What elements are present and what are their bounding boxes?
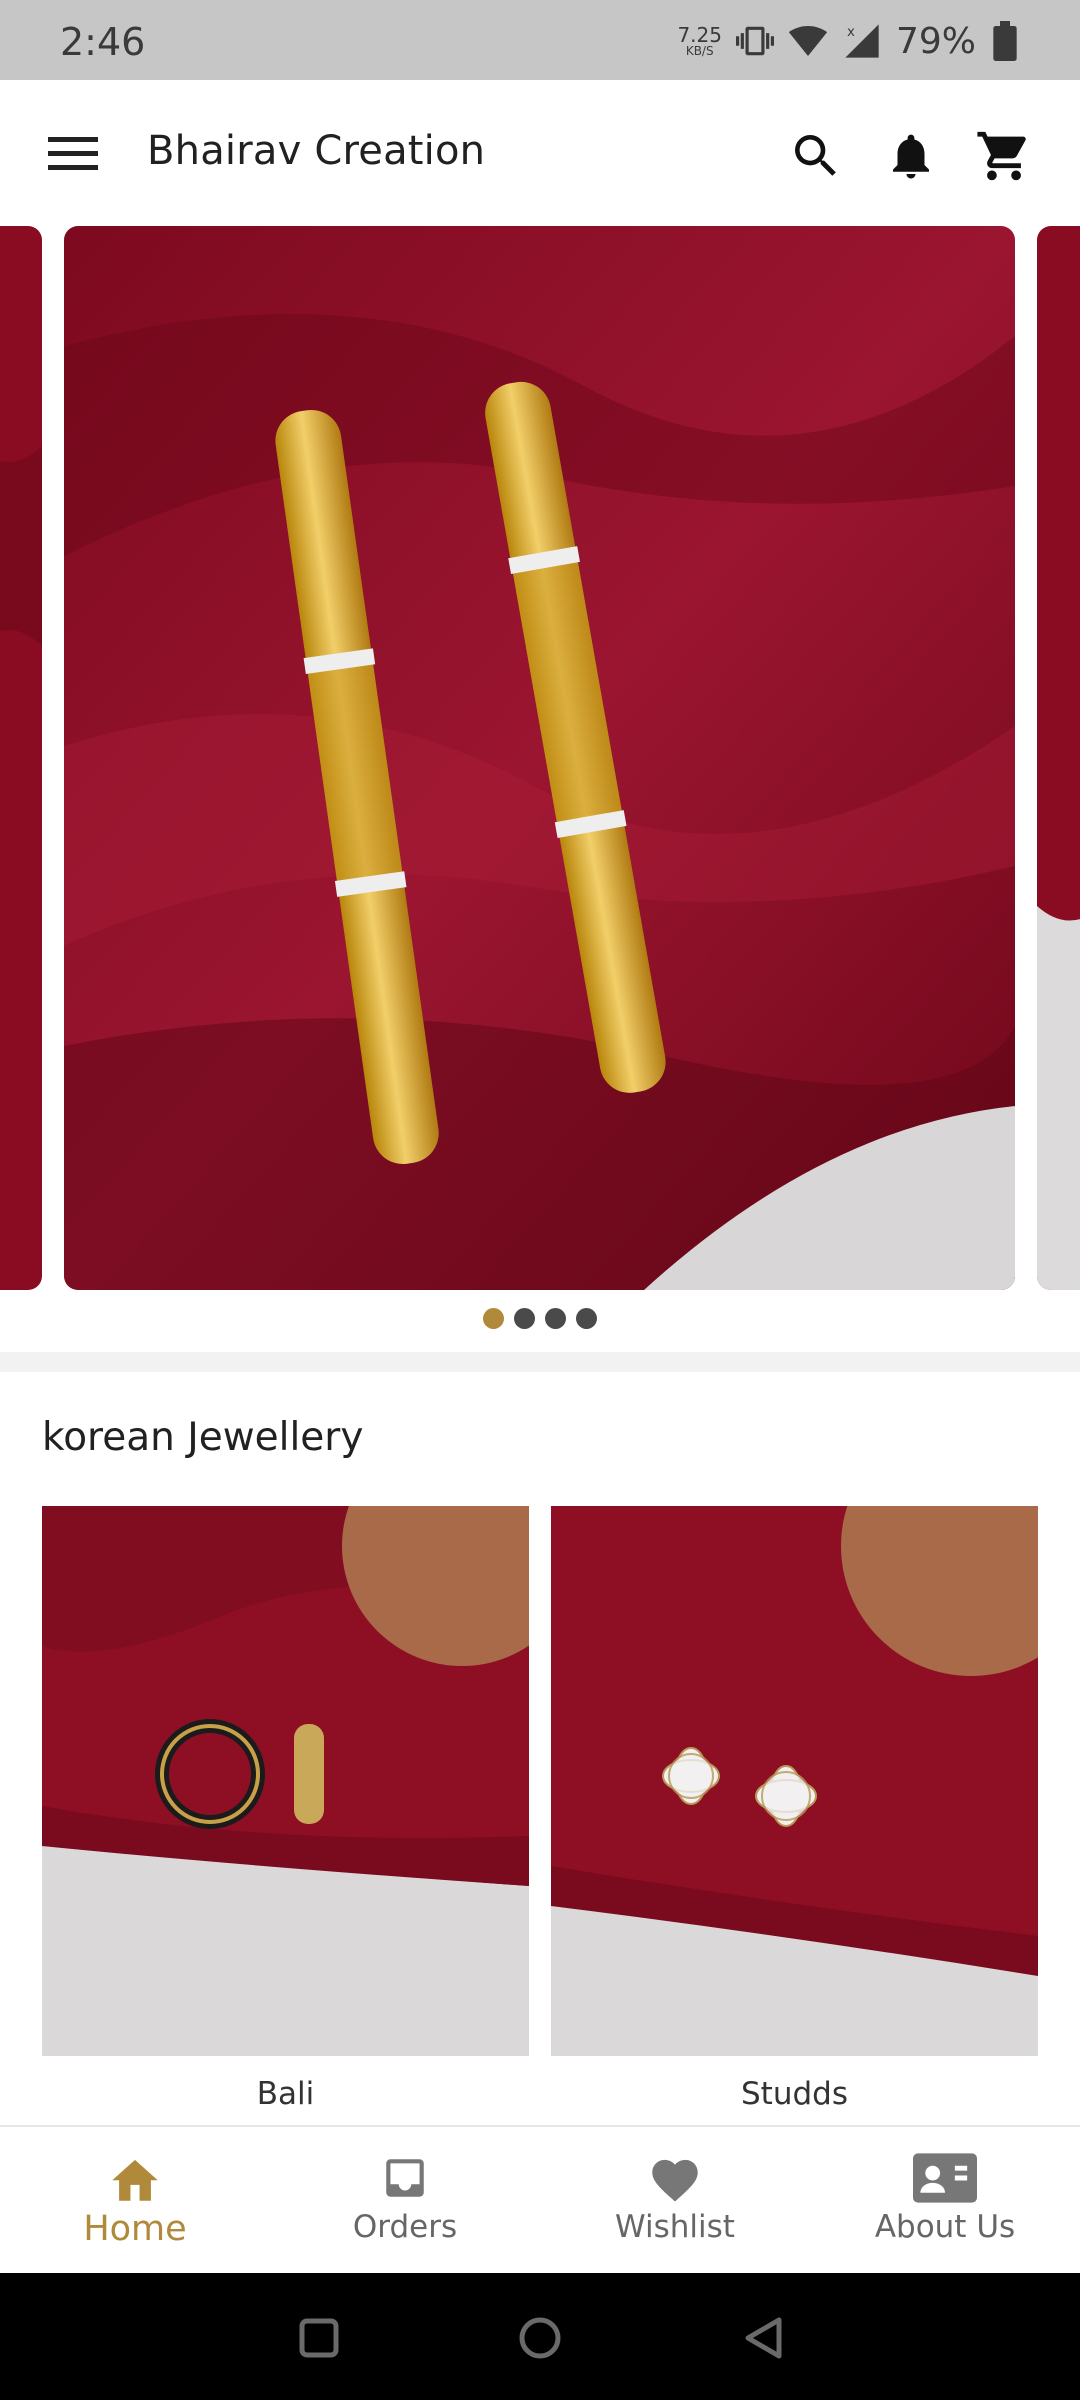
triangle-back-icon bbox=[745, 2317, 782, 2359]
product-card-studds[interactable]: Studds bbox=[551, 1506, 1038, 2112]
nav-label: Wishlist bbox=[615, 2209, 735, 2245]
contact-card-icon bbox=[913, 2153, 977, 2203]
nav-item-about-us[interactable]: About Us bbox=[810, 2127, 1080, 2273]
inbox-icon bbox=[386, 2159, 424, 2197]
banner-carousel[interactable] bbox=[0, 226, 1080, 1290]
circle-icon bbox=[519, 2317, 561, 2359]
signal-icon: x bbox=[845, 24, 879, 58]
bangles-image bbox=[64, 226, 1015, 1290]
recents-button[interactable] bbox=[284, 2303, 354, 2373]
heart-icon bbox=[652, 2159, 698, 2202]
back-button[interactable] bbox=[728, 2303, 798, 2373]
vibrate-icon bbox=[735, 26, 774, 56]
square-icon bbox=[299, 2318, 339, 2358]
status-bar: 2:46 7.25 KB/S x 79% bbox=[0, 0, 1080, 80]
bottom-navigation: Home Orders Wishlist About Us bbox=[0, 2125, 1080, 2273]
carousel-slide-next[interactable] bbox=[1037, 226, 1080, 1290]
carousel-dot-4[interactable] bbox=[576, 1308, 597, 1329]
menu-icon bbox=[48, 137, 98, 170]
status-time: 2:46 bbox=[60, 20, 146, 64]
status-icons: 7.25 KB/S x 79% bbox=[677, 16, 1020, 66]
home-button[interactable] bbox=[505, 2303, 575, 2373]
app-title: Bhairav Creation bbox=[147, 128, 486, 174]
nav-label: Home bbox=[83, 2209, 187, 2249]
nav-item-home[interactable]: Home bbox=[0, 2127, 270, 2273]
system-navigation-bar bbox=[0, 2273, 1080, 2400]
nav-item-orders[interactable]: Orders bbox=[270, 2127, 540, 2273]
search-button[interactable] bbox=[780, 120, 852, 192]
section-title: korean Jewellery bbox=[42, 1415, 364, 1460]
product-label: Studds bbox=[741, 2076, 848, 2112]
cart-button[interactable] bbox=[968, 120, 1040, 192]
product-card-bali[interactable]: Bali bbox=[42, 1506, 529, 2112]
nav-label: Orders bbox=[352, 2209, 458, 2245]
nav-item-wishlist[interactable]: Wishlist bbox=[540, 2127, 810, 2273]
carousel-dot-3[interactable] bbox=[545, 1308, 566, 1329]
network-speed-value: 7.25 bbox=[677, 23, 722, 47]
carousel-dot-2[interactable] bbox=[514, 1308, 535, 1329]
wifi-icon bbox=[788, 26, 828, 56]
carousel-dot-1[interactable] bbox=[483, 1308, 504, 1329]
section-divider bbox=[0, 1352, 1080, 1372]
carousel-slide-bangles[interactable] bbox=[64, 226, 1015, 1290]
notifications-button[interactable] bbox=[875, 120, 947, 192]
nav-label: About Us bbox=[874, 2209, 1016, 2245]
home-icon bbox=[112, 2159, 158, 2201]
network-speed: 7.25 KB/S bbox=[677, 25, 722, 57]
carousel-slide-previous[interactable] bbox=[0, 226, 42, 1290]
search-icon bbox=[795, 135, 836, 176]
product-label: Bali bbox=[256, 2076, 315, 2112]
svg-text:x: x bbox=[847, 25, 855, 40]
battery-percent: 79% bbox=[895, 20, 976, 62]
cart-icon bbox=[977, 131, 1026, 181]
product-image bbox=[551, 1506, 1038, 2056]
battery-icon bbox=[993, 21, 1017, 61]
carousel-indicator bbox=[0, 1308, 1080, 1329]
network-speed-unit: KB/S bbox=[685, 44, 714, 58]
product-image bbox=[42, 1506, 529, 2056]
menu-button[interactable] bbox=[30, 118, 116, 190]
app-bar: Bhairav Creation bbox=[0, 80, 1080, 228]
bell-icon bbox=[893, 134, 929, 179]
